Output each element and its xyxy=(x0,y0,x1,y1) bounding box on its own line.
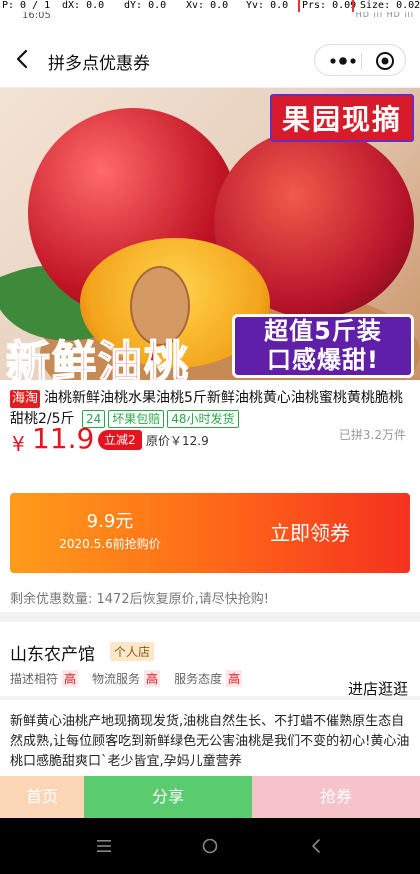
current-price: 11.9 xyxy=(32,422,95,455)
capsule-divider xyxy=(361,52,362,70)
debug-dy: dY: 0.0 xyxy=(124,0,167,11)
grab-coupon-button[interactable]: 抢券 xyxy=(252,776,420,818)
claim-coupon-button[interactable]: 立即领券 xyxy=(210,493,410,573)
price-currency: ¥ xyxy=(12,432,25,456)
hero-promo-box: 超值5斤装 口感爆甜! xyxy=(232,314,414,378)
shop-ratings: 描述相符高物流服务高服务态度高 xyxy=(10,670,256,687)
discount-badge: 立减2 xyxy=(98,430,142,450)
close-miniprogram-icon[interactable] xyxy=(375,51,395,71)
back-triangle-icon[interactable] xyxy=(306,836,326,856)
hero-orchard-tag: 果园现摘 xyxy=(269,94,414,142)
remaining-coupons-text: 剩余优惠数量: 1472后恢复原价,请尽快抢购! xyxy=(10,592,269,607)
more-options-icon[interactable] xyxy=(329,54,357,68)
product-description: 新鲜黄心油桃产地现摘现发货,油桃自然生长、不打蜡不催熟原生态自然成熟,让每位顾客… xyxy=(0,700,420,776)
debug-marker xyxy=(298,0,300,12)
hero-promo-line1: 超值5斤装 xyxy=(264,317,382,345)
bottom-action-bar: 首页 分享 抢券 xyxy=(0,776,420,818)
original-price: 原价￥12.9 xyxy=(146,434,209,448)
coupon-banner[interactable]: 9.9元 2020.5.6前抢购价 立即领券 xyxy=(10,493,410,573)
debug-dx: dX: 0.0 xyxy=(62,0,105,11)
product-hero-image[interactable]: 果园现摘 新鲜油桃 超值5斤装 口感爆甜! xyxy=(0,88,420,380)
shop-type-badge: 个人店 xyxy=(110,642,155,661)
rating-label: 物流服务 xyxy=(92,672,141,686)
hero-promo-line2: 口感爆甜! xyxy=(267,346,379,374)
pointer-debug-overlay: P: 0 / 1 dX: 0.0 dY: 0.0 Xv: 0.0 Yv: 0.0… xyxy=(0,0,420,12)
rating-value: 高 xyxy=(226,670,243,687)
home-button[interactable]: 首页 xyxy=(0,776,84,818)
rating-value: 高 xyxy=(144,670,161,687)
debug-yv: Yv: 0.0 xyxy=(246,0,289,11)
coupon-price: 9.9元 xyxy=(86,511,134,532)
product-info-card: 海淘 油桃新鲜油桃水果油桃5斤新鲜油桃黄心油桃蜜桃黄桃脆桃甜桃2/5斤 24 坏果包… xyxy=(0,380,420,612)
hero-title: 新鲜油桃 xyxy=(5,336,190,380)
service-tag: 坏果包赔 xyxy=(108,410,165,428)
navigation-bar: 拼多点优惠券 xyxy=(0,30,420,88)
description-text: 新鲜黄心油桃产地现摘现发货,油桃自然生长、不打蜡不催熟原生态自然成熟,让每位顾客… xyxy=(10,714,410,769)
sold-count: 已拼3.2万件 xyxy=(338,428,406,442)
debug-pointer-count: P: 0 / 1 xyxy=(2,0,51,11)
debug-xv: Xv: 0.0 xyxy=(186,0,229,11)
visit-shop-link[interactable]: 进店逛逛 xyxy=(348,678,408,699)
service-tag: 48小时发货 xyxy=(167,410,239,428)
debug-size: Size: 0.02 xyxy=(360,0,420,11)
home-circle-icon[interactable] xyxy=(200,836,220,856)
coupon-deadline: 2020.5.6前抢购价 xyxy=(59,537,161,551)
shop-card: 山东农产馆 个人店 描述相符高物流服务高服务态度高 进店逛逛 xyxy=(0,622,420,699)
rating-label: 服务态度 xyxy=(174,672,223,686)
rating-value: 高 xyxy=(62,670,79,687)
menu-icon[interactable] xyxy=(94,836,114,856)
system-navigation-bar xyxy=(0,818,420,874)
page-title: 拼多点优惠券 xyxy=(48,54,150,74)
share-button[interactable]: 分享 xyxy=(84,776,252,818)
shop-name[interactable]: 山东农产馆 xyxy=(10,640,95,665)
rating-label: 描述相符 xyxy=(10,672,59,686)
back-arrow-icon[interactable] xyxy=(12,48,34,70)
debug-pressure: Prs: 0.09 xyxy=(302,0,357,11)
miniprogram-capsule xyxy=(314,44,406,76)
debug-marker xyxy=(352,0,354,12)
source-badge: 海淘 xyxy=(10,390,41,408)
